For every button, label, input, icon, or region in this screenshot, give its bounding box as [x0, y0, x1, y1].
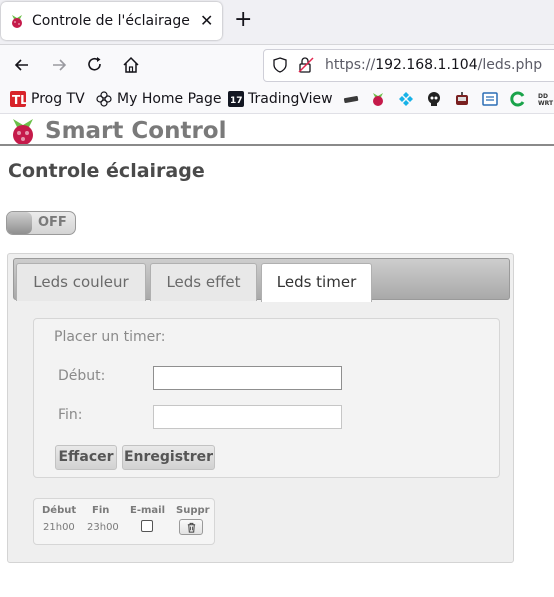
trash-icon: [187, 522, 196, 533]
toggle-state-label: OFF: [38, 215, 67, 230]
tab-leds-timer[interactable]: Leds timer: [261, 263, 372, 302]
raspberry-icon[interactable]: [370, 91, 386, 107]
save-button[interactable]: Enregistrer: [122, 445, 215, 470]
url-bar[interactable]: https://192.168.1.104/leds.php: [263, 49, 554, 82]
clear-button[interactable]: Effacer: [55, 445, 117, 470]
timer-heading: Placer un timer:: [54, 329, 166, 345]
page-title: Controle éclairage: [8, 160, 205, 182]
tab-leds-couleur[interactable]: Leds couleur: [16, 263, 146, 301]
row-start-time: 21h00: [43, 522, 75, 533]
svg-text:WRT: WRT: [538, 100, 554, 107]
row-end-time: 23h00: [87, 522, 119, 533]
raspberry-icon: [12, 15, 22, 28]
flower-icon: [96, 91, 112, 107]
power-toggle[interactable]: OFF: [6, 211, 76, 235]
home-icon[interactable]: [121, 55, 141, 75]
reload-icon[interactable]: [85, 55, 105, 75]
start-label: Début:: [58, 368, 106, 384]
end-time-input[interactable]: [153, 405, 342, 429]
window-icon[interactable]: [482, 91, 498, 107]
browser-tab[interactable]: Controle de l'éclairage ✕: [1, 2, 222, 40]
prog-tv-icon: TL: [10, 91, 26, 107]
svg-text:DD: DD: [538, 93, 548, 100]
close-tab-icon[interactable]: ✕: [200, 11, 213, 30]
delete-button[interactable]: [179, 519, 203, 535]
tab-leds-effet[interactable]: Leds effet: [150, 263, 257, 301]
forward-icon[interactable]: [49, 55, 69, 75]
col-header-end: Fin: [92, 505, 110, 516]
tab-title: Controle de l'éclairage: [32, 13, 190, 29]
start-time-input[interactable]: [153, 366, 342, 390]
kodi-icon[interactable]: [398, 91, 414, 107]
bookmarks-bar: TL Prog TV My Home Page 17 TradingView D…: [0, 85, 554, 114]
col-header-email: E-mail: [130, 505, 166, 516]
green-swirl-icon[interactable]: [510, 91, 526, 107]
back-icon[interactable]: [12, 55, 32, 75]
bookmark-my-home-page[interactable]: My Home Page: [117, 91, 222, 107]
dd-wrt-icon[interactable]: DDWRT: [538, 91, 554, 107]
navigation-toolbar: https://192.168.1.104/leds.php: [0, 45, 554, 85]
tradingview-icon: 17: [228, 91, 244, 107]
brand-title: Smart Control: [45, 118, 227, 144]
col-header-delete: Suppr: [176, 505, 210, 516]
raspberry-logo-icon: [13, 119, 33, 145]
header-divider: [0, 144, 554, 146]
tab-bar: Leds couleur Leds effet Leds timer: [13, 258, 510, 302]
url-text[interactable]: https://192.168.1.104/leds.php: [325, 57, 542, 73]
new-tab-button[interactable]: +: [234, 8, 252, 32]
end-label: Fin:: [58, 407, 83, 423]
email-checkbox[interactable]: [141, 520, 153, 532]
timer-list: Début Fin E-mail Suppr 21h00 23h00: [33, 498, 215, 545]
browser-tab-strip: Controle de l'éclairage ✕ +: [0, 0, 554, 45]
bookmark-prog-tv[interactable]: Prog TV: [31, 91, 85, 107]
svg-text:17: 17: [230, 96, 243, 106]
timer-form: Placer un timer: Début: Fin: Effacer Enr…: [33, 318, 500, 478]
col-header-start: Début: [42, 505, 77, 516]
skull-icon[interactable]: [426, 91, 442, 107]
toggle-knob[interactable]: [7, 212, 32, 234]
keyboard-icon[interactable]: [343, 91, 359, 107]
robot-icon[interactable]: [454, 91, 470, 107]
svg-text:TL: TL: [12, 93, 26, 107]
shield-icon[interactable]: [272, 57, 288, 73]
tabs-panel: Leds couleur Leds effet Leds timer Place…: [7, 253, 514, 563]
insecure-lock-icon[interactable]: [297, 56, 315, 74]
bookmark-tradingview[interactable]: TradingView: [248, 91, 333, 107]
